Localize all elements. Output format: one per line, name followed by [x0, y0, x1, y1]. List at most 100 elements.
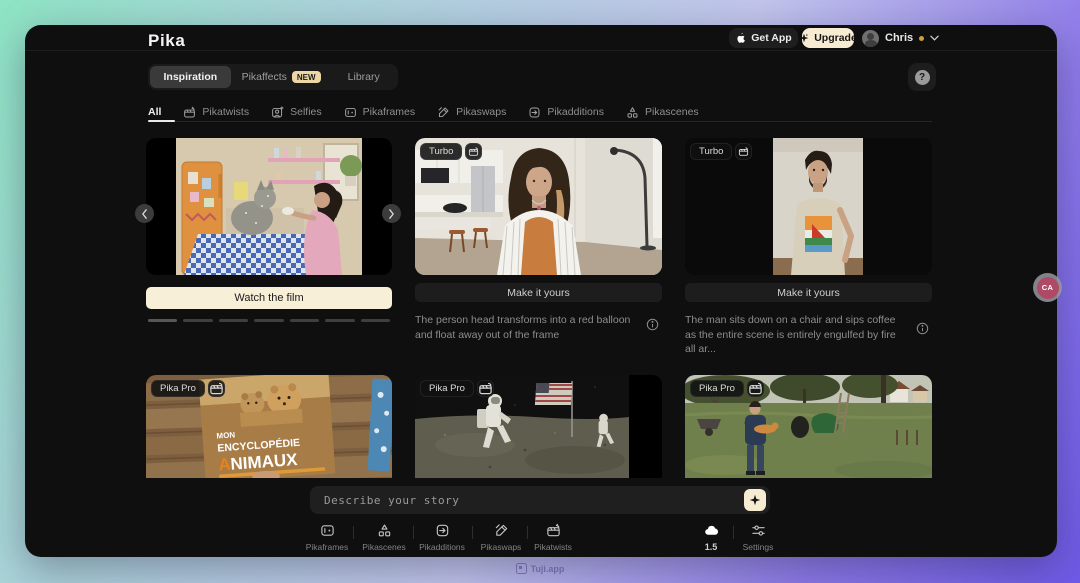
featured-film-card: Watch the film: [146, 138, 392, 322]
filter-pikascenes-label: Pikascenes: [645, 106, 699, 118]
nav-pikascenes-label: Pikascenes: [362, 542, 405, 552]
desktop-background: Pika Get App Upgrade Chris Inspira: [0, 0, 1080, 583]
pikaswaps-icon: [437, 106, 450, 119]
question-mark-icon: ?: [915, 70, 930, 85]
badges: Turbo: [690, 143, 752, 160]
filter-selfies[interactable]: Selfies: [271, 106, 322, 119]
active-filter-underline: [148, 120, 175, 122]
pikascenes-icon: [626, 106, 639, 119]
settings-icon: [751, 523, 766, 538]
pikatwists-badge-icon: [735, 143, 752, 160]
pikaframes-icon: [320, 523, 335, 538]
upgrade-button[interactable]: Upgrade: [802, 28, 854, 48]
get-app-label: Get App: [751, 32, 791, 44]
filter-pikatwists-label: Pikatwists: [202, 106, 249, 118]
filter-all-label: All: [148, 106, 161, 118]
upgrade-label: Upgrade: [814, 32, 857, 44]
filter-pikascenes[interactable]: Pikascenes: [626, 106, 699, 119]
filter-row-divider: [148, 121, 932, 122]
inspiration-card-fire: Turbo: [685, 138, 932, 357]
pagination-dash[interactable]: [290, 319, 319, 322]
pagination-dash[interactable]: [254, 319, 283, 322]
story-input[interactable]: [322, 493, 744, 508]
sparkle-icon: [749, 494, 761, 506]
ca-extension-icon: CA: [1037, 277, 1059, 299]
user-avatar: [862, 30, 879, 47]
pika-pro-badge: Pika Pro: [420, 380, 474, 397]
tab-inspiration[interactable]: Inspiration: [150, 66, 231, 88]
turbo-badge: Turbo: [690, 143, 732, 160]
pikatwists-badge-icon: [477, 380, 494, 397]
side-extension-button[interactable]: CA: [1033, 273, 1062, 302]
pikadditions-icon: [528, 106, 541, 119]
pikascenes-icon: [377, 523, 392, 538]
pika-pro-badge: Pika Pro: [151, 380, 205, 397]
kitchen-cat-scene: [176, 138, 362, 275]
pro-card-moon[interactable]: Pika Pro: [415, 375, 662, 478]
filter-pikaswaps-label: Pikaswaps: [456, 106, 506, 118]
main-tabs: Inspiration Pikaffects NEW Library: [148, 64, 398, 90]
nav-settings[interactable]: Settings: [726, 523, 790, 552]
tab-pikaffects-label: Pikaffects: [242, 71, 287, 83]
pikatwists-icon: [546, 523, 561, 538]
cloud-icon: [704, 523, 719, 538]
pikatwists-icon: [183, 106, 196, 119]
pagination-dash[interactable]: [183, 319, 212, 322]
tab-library[interactable]: Library: [331, 66, 396, 88]
prompt-caption: The man sits down on a chair and sips co…: [685, 313, 905, 357]
help-button[interactable]: ?: [908, 63, 936, 91]
watermark: Tuji.app: [0, 563, 1080, 574]
pagination-dash[interactable]: [219, 319, 248, 322]
tab-library-label: Library: [348, 71, 380, 83]
sparkle-icon: [799, 33, 809, 43]
make-it-yours-button[interactable]: Make it yours: [685, 283, 932, 302]
filter-pikaframes[interactable]: Pikaframes: [344, 106, 416, 119]
credits-dot: [919, 36, 924, 41]
badges: Pika Pro: [690, 380, 764, 397]
nav-pikadditions[interactable]: Pikadditions: [410, 523, 474, 552]
balloon-video-thumbnail[interactable]: Turbo: [415, 138, 662, 275]
header-divider: [25, 50, 1057, 51]
nav-pikascenes[interactable]: Pikascenes: [352, 523, 416, 552]
nav-pikatwists[interactable]: Pikatwists: [521, 523, 585, 552]
nav-pikaframes-label: Pikaframes: [306, 542, 349, 552]
featured-film-thumbnail[interactable]: [146, 138, 392, 275]
carousel-prev-button[interactable]: [135, 204, 154, 223]
prompt-caption: The person head transforms into a red ba…: [415, 313, 635, 342]
filter-selfies-label: Selfies: [290, 106, 322, 118]
pikatwists-badge-icon: [208, 380, 225, 397]
fire-video-thumbnail[interactable]: Turbo: [685, 138, 932, 275]
tab-pikaffects[interactable]: Pikaffects NEW: [231, 66, 332, 88]
username: Chris: [885, 32, 913, 44]
pagination-dash[interactable]: [361, 319, 390, 322]
nav-settings-label: Settings: [743, 542, 774, 552]
filter-all[interactable]: All: [148, 106, 161, 118]
chevron-down-icon: [930, 35, 939, 41]
generate-button[interactable]: [744, 489, 766, 511]
pagination-dash[interactable]: [148, 319, 177, 322]
pikaswaps-icon: [494, 523, 509, 538]
make-it-yours-button[interactable]: Make it yours: [415, 283, 662, 302]
pro-card-book[interactable]: Pika Pro: [146, 375, 392, 478]
user-menu[interactable]: Chris: [862, 29, 939, 47]
pikadditions-icon: [435, 523, 450, 538]
nav-pikaswaps-label: Pikaswaps: [481, 542, 522, 552]
carousel-next-button[interactable]: [382, 204, 401, 223]
info-icon[interactable]: [916, 322, 929, 335]
get-app-button[interactable]: Get App: [729, 28, 798, 48]
filter-pikaswaps[interactable]: Pikaswaps: [437, 106, 506, 119]
nav-pikadditions-label: Pikadditions: [419, 542, 465, 552]
pro-card-garden[interactable]: Pika Pro: [685, 375, 932, 478]
watch-the-film-button[interactable]: Watch the film: [146, 287, 392, 309]
filter-pikadditions[interactable]: Pikadditions: [528, 106, 604, 119]
pagination-dash[interactable]: [325, 319, 354, 322]
info-icon[interactable]: [646, 318, 659, 331]
story-composer: [310, 486, 770, 514]
pika-pro-badge: Pika Pro: [690, 380, 744, 397]
watermark-label: Tuji.app: [531, 564, 565, 574]
filter-pikatwists[interactable]: Pikatwists: [183, 106, 249, 119]
new-badge: NEW: [292, 71, 321, 83]
watermark-icon: [516, 563, 527, 574]
nav-pikaframes[interactable]: Pikaframes: [295, 523, 359, 552]
filter-pikaframes-label: Pikaframes: [363, 106, 416, 118]
